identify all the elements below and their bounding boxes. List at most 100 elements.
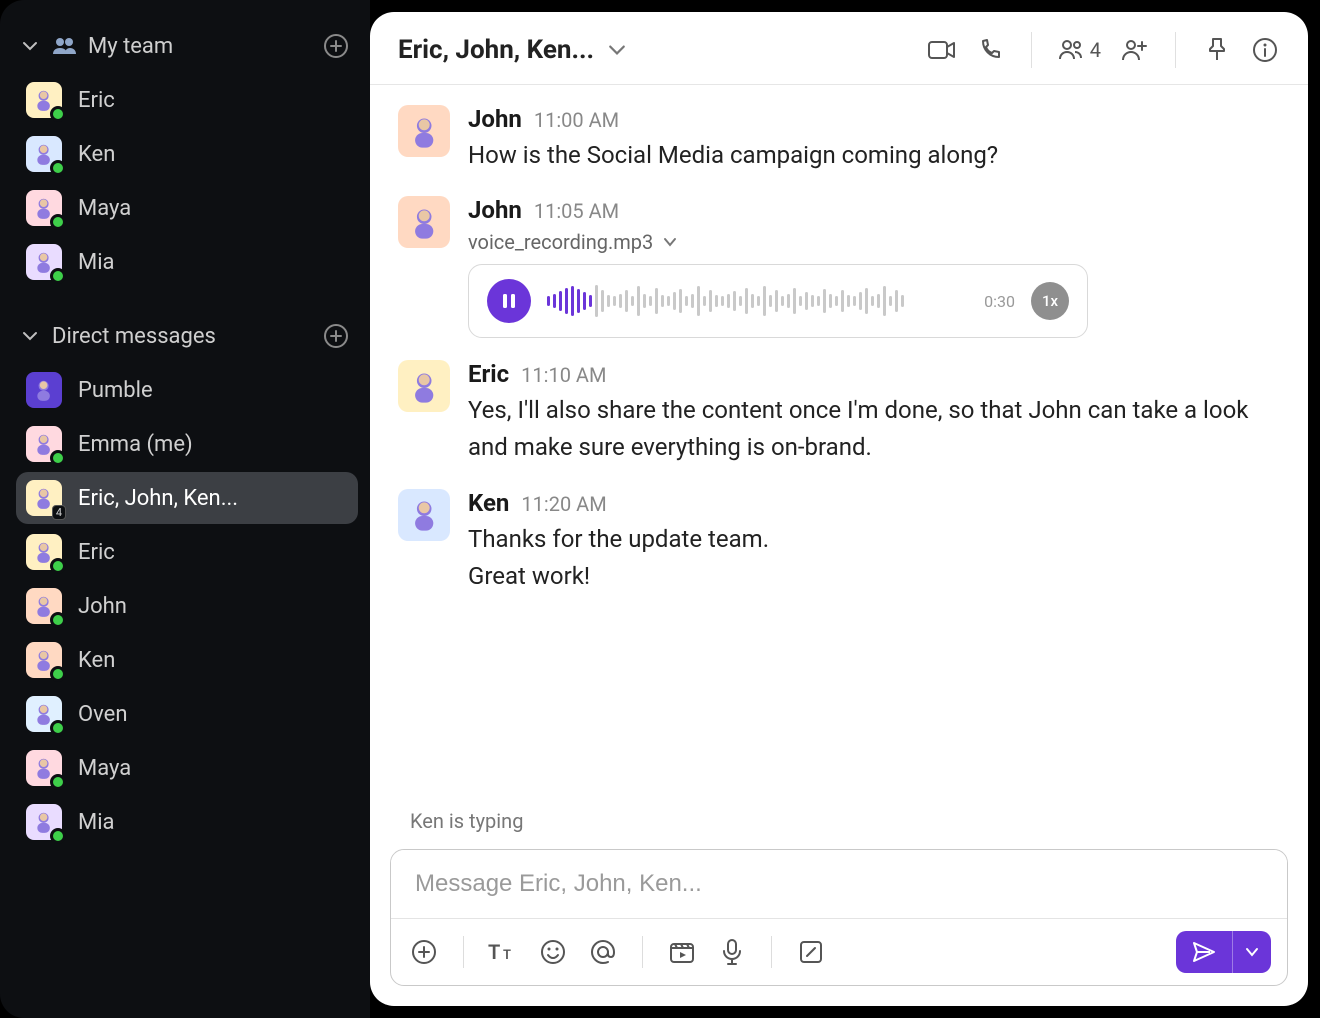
- composer: TT: [390, 849, 1288, 986]
- dm-item[interactable]: 4 Eric, John, Ken...: [16, 472, 358, 524]
- attachment-filename-row[interactable]: voice_recording.mp3: [468, 230, 1280, 254]
- playback-speed-button[interactable]: 1x: [1031, 282, 1069, 320]
- dm-item[interactable]: Pumble: [16, 364, 358, 416]
- message-time: 11:05 AM: [534, 199, 619, 223]
- add-dm-icon[interactable]: [322, 322, 350, 350]
- dm-list: Pumble Emma (me) 4 Eric, John, Ken...: [16, 364, 358, 848]
- team-member-item[interactable]: Ken: [16, 128, 358, 180]
- message-time: 11:10 AM: [521, 363, 606, 387]
- dm-item[interactable]: Emma (me): [16, 418, 358, 470]
- message: Eric 11:10 AM Yes, I'll also share the c…: [398, 360, 1280, 466]
- dm-item[interactable]: John: [16, 580, 358, 632]
- member-count-value: 4: [1090, 38, 1101, 62]
- dm-item-name: Mia: [78, 810, 115, 835]
- dm-item[interactable]: Mia: [16, 796, 358, 848]
- presence-indicator: [50, 268, 66, 284]
- avatar: [26, 82, 62, 118]
- dm-item-name: John: [78, 594, 127, 619]
- dm-item-name: Ken: [78, 648, 115, 673]
- send-options-icon[interactable]: [1232, 931, 1271, 973]
- message-text: Yes, I'll also share the content once I'…: [468, 392, 1280, 466]
- dm-item-name: Eric, John, Ken...: [78, 486, 238, 511]
- dm-item[interactable]: Ken: [16, 634, 358, 686]
- video-call-icon[interactable]: [927, 35, 957, 65]
- avatar: [26, 372, 62, 408]
- pin-icon[interactable]: [1202, 35, 1232, 65]
- dm-section-label: Direct messages: [52, 324, 216, 349]
- chat-header: Eric, John, Ken... 4: [370, 12, 1308, 85]
- add-team-icon[interactable]: [322, 32, 350, 60]
- dm-item[interactable]: Oven: [16, 688, 358, 740]
- audio-waveform[interactable]: [547, 281, 968, 321]
- divider: [1031, 32, 1032, 68]
- avatar: [26, 190, 62, 226]
- message-author: John: [468, 196, 522, 224]
- team-member-item[interactable]: Mia: [16, 236, 358, 288]
- attach-icon[interactable]: [407, 935, 441, 969]
- presence-indicator: [50, 160, 66, 176]
- dm-item[interactable]: Eric: [16, 526, 358, 578]
- chevron-down-icon: [20, 38, 40, 54]
- presence-indicator: [50, 558, 66, 574]
- record-video-icon[interactable]: [665, 935, 699, 969]
- presence-indicator: [50, 214, 66, 230]
- audio-call-icon[interactable]: [975, 35, 1005, 65]
- chevron-down-icon: [663, 235, 677, 249]
- team-member-list: Eric Ken Maya Mia: [16, 74, 358, 288]
- presence-indicator: [50, 666, 66, 682]
- avatar: [26, 750, 62, 786]
- team-member-item[interactable]: Eric: [16, 74, 358, 126]
- dm-section-header[interactable]: Direct messages: [16, 314, 358, 358]
- presence-indicator: [50, 828, 66, 844]
- dm-item-name: Maya: [78, 756, 131, 781]
- presence-indicator: [50, 450, 66, 466]
- attachment-filename: voice_recording.mp3: [468, 230, 653, 254]
- shortcut-icon[interactable]: [794, 935, 828, 969]
- record-audio-icon[interactable]: [715, 935, 749, 969]
- avatar: [26, 136, 62, 172]
- avatar: [26, 244, 62, 280]
- svg-text:T: T: [488, 940, 500, 964]
- pause-button[interactable]: [487, 279, 531, 323]
- message: Ken 11:20 AM Thanks for the update team.…: [398, 489, 1280, 595]
- team-section-header[interactable]: My team: [16, 24, 358, 68]
- member-count[interactable]: 4: [1058, 38, 1101, 62]
- divider: [1175, 32, 1176, 68]
- mention-icon[interactable]: [586, 935, 620, 969]
- chat-title-button[interactable]: Eric, John, Ken...: [398, 35, 911, 65]
- format-icon[interactable]: TT: [486, 935, 520, 969]
- avatar: [26, 426, 62, 462]
- team-member-name: Eric: [78, 88, 115, 113]
- info-icon[interactable]: [1250, 35, 1280, 65]
- message-author: Eric: [468, 360, 509, 388]
- message-author: John: [468, 105, 522, 133]
- audio-player: 0:30 1x: [468, 264, 1088, 338]
- team-member-name: Mia: [78, 250, 115, 275]
- team-member-item[interactable]: Maya: [16, 182, 358, 234]
- message-input[interactable]: [391, 850, 1287, 918]
- message-time: 11:00 AM: [534, 108, 619, 132]
- svg-text:T: T: [503, 948, 511, 963]
- presence-indicator: [50, 612, 66, 628]
- avatar: [398, 489, 450, 541]
- avatar: [26, 588, 62, 624]
- send-button[interactable]: [1176, 931, 1271, 973]
- divider: [771, 936, 772, 968]
- avatar: [26, 696, 62, 732]
- team-section-label: My team: [88, 34, 173, 59]
- dm-item-name: Eric: [78, 540, 115, 565]
- presence-indicator: [50, 720, 66, 736]
- avatar: 4: [26, 480, 62, 516]
- avatar: [26, 534, 62, 570]
- dm-item[interactable]: Maya: [16, 742, 358, 794]
- message-text: How is the Social Media campaign coming …: [468, 137, 1280, 174]
- message: John 11:05 AM voice_recording.mp3 0:30 1…: [398, 196, 1280, 338]
- typing-indicator: Ken is typing: [370, 805, 1308, 843]
- dm-item-name: Oven: [78, 702, 127, 727]
- chat-title: Eric, John, Ken...: [398, 35, 594, 65]
- emoji-icon[interactable]: [536, 935, 570, 969]
- presence-indicator: [50, 774, 66, 790]
- add-member-icon[interactable]: [1119, 35, 1149, 65]
- avatar: [26, 642, 62, 678]
- send-icon: [1176, 931, 1232, 973]
